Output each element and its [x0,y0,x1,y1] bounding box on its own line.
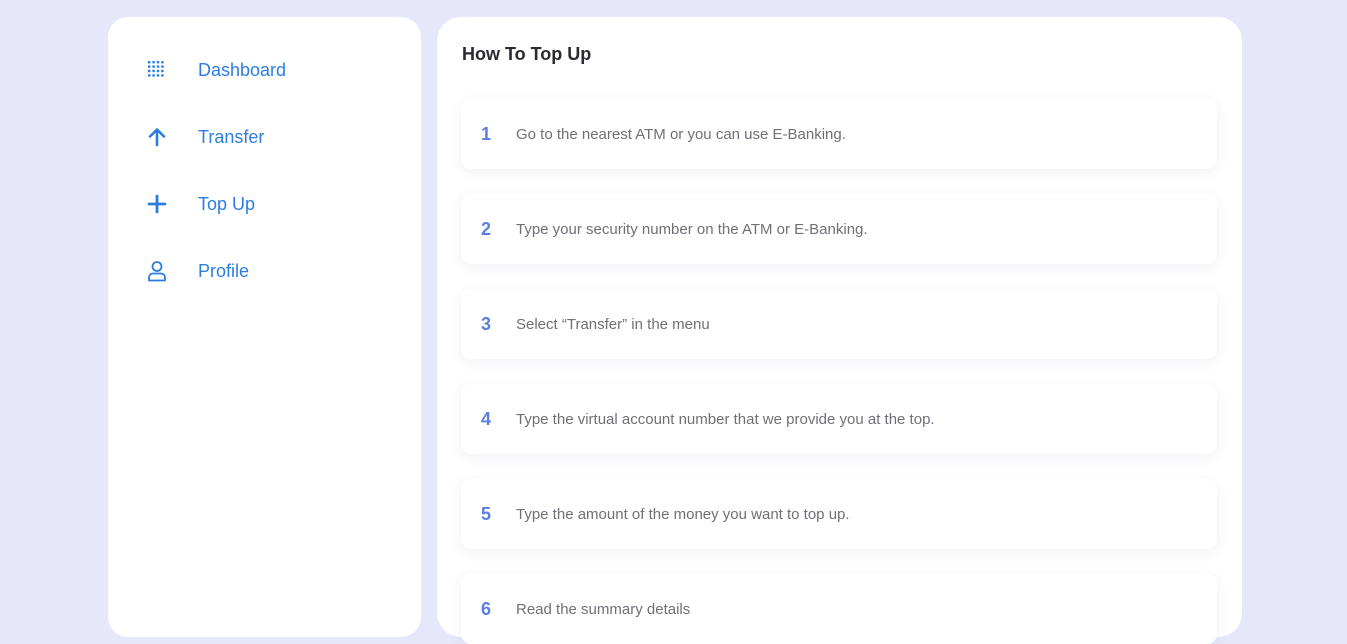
step-text: Select “Transfer” in the menu [516,315,710,333]
step-number: 5 [481,503,492,524]
sidebar: Dashboard Transfer Top Up Profile [108,17,421,637]
sidebar-item-label: Top Up [198,193,256,214]
sidebar-item-label: Dashboard [198,59,287,80]
step-number: 6 [481,598,492,619]
step-text: Type the amount of the money you want to… [516,505,850,523]
step-item: 4 Type the virtual account number that w… [461,384,1217,454]
arrow-up-icon [144,124,170,150]
step-number: 1 [481,123,492,144]
plus-icon [144,191,170,217]
page-title: How To Top Up [462,44,592,64]
step-text: Type your security number on the ATM or … [516,220,868,238]
grid-icon [144,57,170,83]
sidebar-item-dashboard[interactable]: Dashboard [144,55,286,85]
sidebar-item-profile[interactable]: Profile [144,256,249,286]
step-item: 5 Type the amount of the money you want … [461,479,1217,549]
user-icon [144,258,170,284]
step-text: Go to the nearest ATM or you can use E-B… [516,125,846,143]
step-item: 6 Read the summary details [461,574,1217,644]
step-item: 1 Go to the nearest ATM or you can use E… [461,99,1217,169]
step-number: 4 [481,408,492,429]
step-number: 3 [481,313,492,334]
sidebar-item-transfer[interactable]: Transfer [144,122,264,152]
step-number: 2 [481,218,492,239]
step-text: Type the virtual account number that we … [516,410,935,428]
sidebar-item-top-up[interactable]: Top Up [144,189,255,219]
step-item: 2 Type your security number on the ATM o… [461,194,1217,264]
step-text: Read the summary details [516,600,691,618]
step-item: 3 Select “Transfer” in the menu [461,289,1217,359]
sidebar-item-label: Profile [198,260,250,281]
sidebar-item-label: Transfer [198,126,265,147]
main-panel: How To Top Up 1 Go to the nearest ATM or… [437,17,1242,644]
